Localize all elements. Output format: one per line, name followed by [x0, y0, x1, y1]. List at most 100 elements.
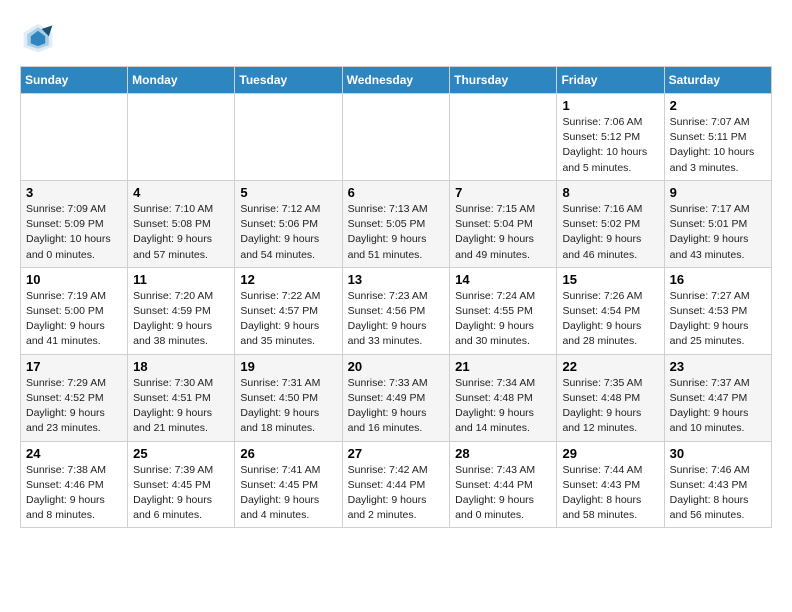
day-info: Sunrise: 7:42 AM Sunset: 4:44 PM Dayligh…: [348, 463, 445, 524]
logo: [20, 20, 62, 56]
day-header-sunday: Sunday: [21, 67, 128, 94]
day-cell: 13 Sunrise: 7:23 AM Sunset: 4:56 PM Dayli…: [342, 267, 450, 354]
day-number: 9: [670, 185, 766, 200]
day-number: 1: [562, 98, 658, 113]
day-cell: 24 Sunrise: 7:38 AM Sunset: 4:46 PM Dayli…: [21, 441, 128, 528]
day-cell: 10 Sunrise: 7:19 AM Sunset: 5:00 PM Dayli…: [21, 267, 128, 354]
day-number: 22: [562, 359, 658, 374]
day-number: 21: [455, 359, 551, 374]
day-number: 25: [133, 446, 229, 461]
day-number: 16: [670, 272, 766, 287]
header: [20, 20, 772, 56]
day-cell: 25 Sunrise: 7:39 AM Sunset: 4:45 PM Dayli…: [128, 441, 235, 528]
day-cell: 9Sunrise: 7:17 AM Sunset: 5:01 PM Daylig…: [664, 180, 771, 267]
day-info: Sunrise: 7:27 AM Sunset: 4:53 PM Dayligh…: [670, 289, 766, 350]
day-number: 23: [670, 359, 766, 374]
day-cell: 27Sunrise: 7:42 AM Sunset: 4:44 PM Dayli…: [342, 441, 450, 528]
day-cell: 4 Sunrise: 7:10 AM Sunset: 5:08 PM Daylig…: [128, 180, 235, 267]
day-number: 7: [455, 185, 551, 200]
day-info: Sunrise: 7:15 AM Sunset: 5:04 PM Dayligh…: [455, 202, 551, 263]
day-number: 28: [455, 446, 551, 461]
day-info: Sunrise: 7:16 AM Sunset: 5:02 PM Dayligh…: [562, 202, 658, 263]
calendar-table: SundayMondayTuesdayWednesdayThursdayFrid…: [20, 66, 772, 528]
day-number: 10: [26, 272, 122, 287]
day-cell: 12 Sunrise: 7:22 AM Sunset: 4:57 PM Dayli…: [235, 267, 342, 354]
day-number: 8: [562, 185, 658, 200]
day-cell: [450, 94, 557, 181]
day-number: 17: [26, 359, 122, 374]
day-info: Sunrise: 7:34 AM Sunset: 4:48 PM Dayligh…: [455, 376, 551, 437]
day-cell: 22 Sunrise: 7:35 AM Sunset: 4:48 PM Dayli…: [557, 354, 664, 441]
day-info: Sunrise: 7:22 AM Sunset: 4:57 PM Dayligh…: [240, 289, 336, 350]
day-info: Sunrise: 7:24 AM Sunset: 4:55 PM Dayligh…: [455, 289, 551, 350]
day-info: Sunrise: 7:10 AM Sunset: 5:08 PM Dayligh…: [133, 202, 229, 263]
day-header-monday: Monday: [128, 67, 235, 94]
day-cell: 14 Sunrise: 7:24 AM Sunset: 4:55 PM Dayli…: [450, 267, 557, 354]
day-number: 30: [670, 446, 766, 461]
logo-icon: [20, 20, 56, 56]
day-cell: 18 Sunrise: 7:30 AM Sunset: 4:51 PM Dayli…: [128, 354, 235, 441]
day-info: Sunrise: 7:43 AM Sunset: 4:44 PM Dayligh…: [455, 463, 551, 524]
day-number: 20: [348, 359, 445, 374]
day-cell: 17 Sunrise: 7:29 AM Sunset: 4:52 PM Dayli…: [21, 354, 128, 441]
day-header-tuesday: Tuesday: [235, 67, 342, 94]
day-number: 5: [240, 185, 336, 200]
day-number: 18: [133, 359, 229, 374]
day-number: 13: [348, 272, 445, 287]
day-cell: 5 Sunrise: 7:12 AM Sunset: 5:06 PM Daylig…: [235, 180, 342, 267]
day-cell: [342, 94, 450, 181]
day-info: Sunrise: 7:06 AM Sunset: 5:12 PM Dayligh…: [562, 115, 658, 176]
day-info: Sunrise: 7:35 AM Sunset: 4:48 PM Dayligh…: [562, 376, 658, 437]
day-info: Sunrise: 7:38 AM Sunset: 4:46 PM Dayligh…: [26, 463, 122, 524]
day-cell: 16 Sunrise: 7:27 AM Sunset: 4:53 PM Dayli…: [664, 267, 771, 354]
day-number: 2: [670, 98, 766, 113]
day-info: Sunrise: 7:37 AM Sunset: 4:47 PM Dayligh…: [670, 376, 766, 437]
day-info: Sunrise: 7:09 AM Sunset: 5:09 PM Dayligh…: [26, 202, 122, 263]
day-cell: 30 Sunrise: 7:46 AM Sunset: 4:43 PM Dayli…: [664, 441, 771, 528]
day-number: 12: [240, 272, 336, 287]
day-number: 14: [455, 272, 551, 287]
day-number: 6: [348, 185, 445, 200]
day-cell: 26Sunrise: 7:41 AM Sunset: 4:45 PM Dayli…: [235, 441, 342, 528]
day-info: Sunrise: 7:30 AM Sunset: 4:51 PM Dayligh…: [133, 376, 229, 437]
day-number: 4: [133, 185, 229, 200]
day-info: Sunrise: 7:31 AM Sunset: 4:50 PM Dayligh…: [240, 376, 336, 437]
day-info: Sunrise: 7:26 AM Sunset: 4:54 PM Dayligh…: [562, 289, 658, 350]
day-cell: 11Sunrise: 7:20 AM Sunset: 4:59 PM Dayli…: [128, 267, 235, 354]
day-number: 19: [240, 359, 336, 374]
day-header-wednesday: Wednesday: [342, 67, 450, 94]
day-header-saturday: Saturday: [664, 67, 771, 94]
day-info: Sunrise: 7:07 AM Sunset: 5:11 PM Dayligh…: [670, 115, 766, 176]
day-cell: [21, 94, 128, 181]
week-row-4: 17 Sunrise: 7:29 AM Sunset: 4:52 PM Dayli…: [21, 354, 772, 441]
day-cell: 29 Sunrise: 7:44 AM Sunset: 4:43 PM Dayli…: [557, 441, 664, 528]
day-info: Sunrise: 7:46 AM Sunset: 4:43 PM Dayligh…: [670, 463, 766, 524]
day-cell: 20Sunrise: 7:33 AM Sunset: 4:49 PM Dayli…: [342, 354, 450, 441]
day-info: Sunrise: 7:23 AM Sunset: 4:56 PM Dayligh…: [348, 289, 445, 350]
day-info: Sunrise: 7:19 AM Sunset: 5:00 PM Dayligh…: [26, 289, 122, 350]
day-number: 15: [562, 272, 658, 287]
day-info: Sunrise: 7:29 AM Sunset: 4:52 PM Dayligh…: [26, 376, 122, 437]
day-info: Sunrise: 7:39 AM Sunset: 4:45 PM Dayligh…: [133, 463, 229, 524]
day-cell: 3 Sunrise: 7:09 AM Sunset: 5:09 PM Daylig…: [21, 180, 128, 267]
day-cell: 23 Sunrise: 7:37 AM Sunset: 4:47 PM Dayli…: [664, 354, 771, 441]
day-number: 3: [26, 185, 122, 200]
week-row-1: 1 Sunrise: 7:06 AM Sunset: 5:12 PM Daylig…: [21, 94, 772, 181]
header-row: SundayMondayTuesdayWednesdayThursdayFrid…: [21, 67, 772, 94]
day-cell: 19 Sunrise: 7:31 AM Sunset: 4:50 PM Dayli…: [235, 354, 342, 441]
day-number: 29: [562, 446, 658, 461]
day-header-friday: Friday: [557, 67, 664, 94]
day-cell: 8 Sunrise: 7:16 AM Sunset: 5:02 PM Daylig…: [557, 180, 664, 267]
day-cell: [128, 94, 235, 181]
day-number: 24: [26, 446, 122, 461]
day-cell: 21 Sunrise: 7:34 AM Sunset: 4:48 PM Dayli…: [450, 354, 557, 441]
day-cell: 15 Sunrise: 7:26 AM Sunset: 4:54 PM Dayli…: [557, 267, 664, 354]
day-info: Sunrise: 7:44 AM Sunset: 4:43 PM Dayligh…: [562, 463, 658, 524]
week-row-3: 10 Sunrise: 7:19 AM Sunset: 5:00 PM Dayli…: [21, 267, 772, 354]
day-number: 11: [133, 272, 229, 287]
day-cell: 6Sunrise: 7:13 AM Sunset: 5:05 PM Daylig…: [342, 180, 450, 267]
day-info: Sunrise: 7:12 AM Sunset: 5:06 PM Dayligh…: [240, 202, 336, 263]
day-header-thursday: Thursday: [450, 67, 557, 94]
day-info: Sunrise: 7:41 AM Sunset: 4:45 PM Dayligh…: [240, 463, 336, 524]
day-cell: 7 Sunrise: 7:15 AM Sunset: 5:04 PM Daylig…: [450, 180, 557, 267]
